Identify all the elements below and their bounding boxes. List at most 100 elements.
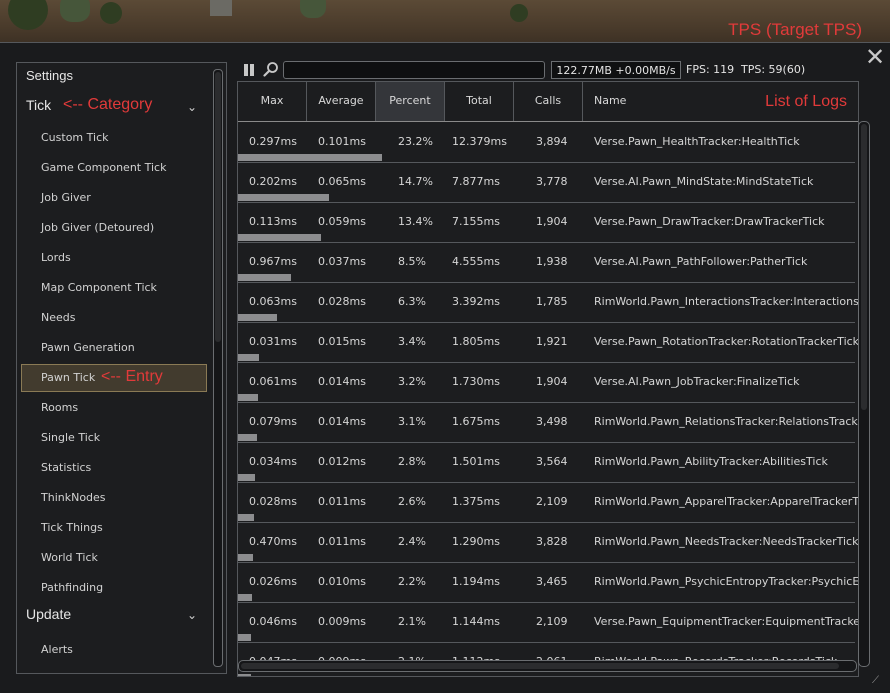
cell-percent: 3.4% xyxy=(398,335,426,348)
cell-percent: 23.2% xyxy=(398,135,433,148)
close-button[interactable]: ✕ xyxy=(864,43,886,71)
percent-bar xyxy=(238,554,253,561)
table-row[interactable]: 0.079ms 0.014ms 3.1% 1.675ms 3,498 RimWorld.P… xyxy=(238,402,858,443)
sidebar-scroll-thumb[interactable] xyxy=(215,72,221,342)
cell-percent: 2.1% xyxy=(398,615,426,628)
cell-average: 0.011ms xyxy=(318,535,366,548)
cell-percent: 6.3% xyxy=(398,295,426,308)
column-max[interactable]: Max xyxy=(238,82,307,121)
tps-annotation: TPS (Target TPS) xyxy=(728,20,862,39)
sidebar-item-thinknodes[interactable]: ThinkNodes xyxy=(21,484,207,512)
table-row[interactable]: 0.967ms 0.037ms 8.5% 4.555ms 1,938 Verse.AI.P… xyxy=(238,242,855,283)
cell-max: 0.061ms xyxy=(249,375,297,388)
entry-annotation: <-- Entry xyxy=(101,368,163,385)
cell-max: 0.028ms xyxy=(249,495,297,508)
table-row[interactable]: 0.046ms 0.009ms 2.1% 1.144ms 2,109 Verse.Pawn… xyxy=(238,602,858,643)
percent-bar xyxy=(238,474,255,481)
sidebar-item-job-giver-detoured[interactable]: Job Giver (Detoured) xyxy=(21,214,207,242)
sidebar-item-alerts[interactable]: Alerts xyxy=(21,636,207,664)
table-row[interactable]: 0.061ms 0.014ms 3.2% 1.730ms 1,904 Verse.AI.P… xyxy=(238,362,855,403)
percent-bar xyxy=(238,194,329,201)
sidebar-item-tick-things[interactable]: Tick Things xyxy=(21,514,207,542)
table-row[interactable]: 0.028ms 0.011ms 2.6% 1.375ms 2,109 RimWorld.P… xyxy=(238,482,858,523)
pause-icon[interactable] xyxy=(244,64,248,76)
sidebar-item-single-tick[interactable]: Single Tick xyxy=(21,424,207,452)
cell-max: 0.202ms xyxy=(249,175,297,188)
cell-percent: 2.6% xyxy=(398,495,426,508)
percent-bar xyxy=(238,674,251,676)
cell-average: 0.037ms xyxy=(318,255,366,268)
column-calls[interactable]: Calls xyxy=(514,82,583,121)
cell-total: 7.155ms xyxy=(452,215,500,228)
cell-max: 0.297ms xyxy=(249,135,297,148)
cell-total: 1.194ms xyxy=(452,575,500,588)
sidebar-item-job-giver[interactable]: Job Giver xyxy=(21,184,207,212)
table-horizontal-scrollbar[interactable] xyxy=(238,660,857,672)
cell-average: 0.010ms xyxy=(318,575,366,588)
cell-total: 3.392ms xyxy=(452,295,500,308)
percent-bar xyxy=(238,394,258,401)
sidebar-item-statistics[interactable]: Statistics xyxy=(21,454,207,482)
table-row[interactable]: 0.031ms 0.015ms 3.4% 1.805ms 1,921 Verse.Pawn… xyxy=(238,322,858,363)
cell-calls: 1,785 xyxy=(536,295,568,308)
cell-total: 1.375ms xyxy=(452,495,500,508)
cell-calls: 2,109 xyxy=(536,615,568,628)
sidebar-item-pathfinding[interactable]: Pathfinding xyxy=(21,574,207,602)
chevron-down-icon[interactable]: ⌄ xyxy=(187,608,197,622)
cell-max: 0.967ms xyxy=(249,255,297,268)
sidebar-item-pawn-generation[interactable]: Pawn Generation xyxy=(21,334,207,362)
sidebar-title: Settings xyxy=(26,68,73,83)
column-average[interactable]: Average xyxy=(307,82,376,121)
sidebar-item-game-component-tick[interactable]: Game Component Tick xyxy=(21,154,207,182)
cell-calls: 3,778 xyxy=(536,175,568,188)
search-icon[interactable] xyxy=(263,61,279,77)
table-header: Max Average Percent Total Calls Name Lis… xyxy=(238,82,858,122)
pause-button[interactable] xyxy=(243,63,257,77)
cell-calls: 3,894 xyxy=(536,135,568,148)
cell-name: Verse.AI.Pawn_PathFollower:PatherTick xyxy=(594,255,808,268)
cell-total: 1.501ms xyxy=(452,455,500,468)
cell-calls: 3,465 xyxy=(536,575,568,588)
cell-total: 7.877ms xyxy=(452,175,500,188)
cell-total: 4.555ms xyxy=(452,255,500,268)
sidebar: Settings Tick <-- Category ⌄ Custom Tick… xyxy=(16,62,227,674)
cell-name: Verse.AI.Pawn_MindState:MindStateTick xyxy=(594,175,814,188)
sidebar-item-needs[interactable]: Needs xyxy=(21,304,207,332)
table-vertical-scrollbar[interactable] xyxy=(858,121,870,667)
sidebar-item-map-component-tick[interactable]: Map Component Tick xyxy=(21,274,207,302)
table-row[interactable]: 0.063ms 0.028ms 6.3% 3.392ms 1,785 RimWorld.P… xyxy=(238,282,858,323)
table-row[interactable]: 0.202ms 0.065ms 14.7% 7.877ms 3,778 Verse.AI.… xyxy=(238,162,855,203)
sidebar-item-world-tick[interactable]: World Tick xyxy=(21,544,207,572)
percent-bar xyxy=(238,234,321,241)
table-row[interactable]: 0.034ms 0.012ms 2.8% 1.501ms 3,564 RimWorld.P… xyxy=(238,442,855,483)
cell-average: 0.011ms xyxy=(318,495,366,508)
cell-calls: 1,938 xyxy=(536,255,568,268)
category-update[interactable]: Update xyxy=(26,606,71,622)
horizontal-scroll-thumb[interactable] xyxy=(241,663,839,669)
cell-average: 0.012ms xyxy=(318,455,366,468)
table-row[interactable]: 0.297ms 0.101ms 23.2% 12.379ms 3,894 Verse.Pa… xyxy=(238,122,855,163)
table-row[interactable]: 0.470ms 0.011ms 2.4% 1.290ms 3,828 RimWorld.P… xyxy=(238,522,858,563)
table-row[interactable]: 0.113ms 0.059ms 13.4% 7.155ms 1,904 Verse.Paw… xyxy=(238,202,855,243)
cell-total: 1.144ms xyxy=(452,615,500,628)
fps-readout: FPS: 119 xyxy=(686,63,735,76)
sidebar-item-rooms[interactable]: Rooms xyxy=(21,394,207,422)
column-percent[interactable]: Percent xyxy=(376,82,445,121)
table-row[interactable]: 0.026ms 0.010ms 2.2% 1.194ms 3,465 RimWorld.P… xyxy=(238,562,858,603)
percent-bar xyxy=(238,634,251,641)
sidebar-scrollbar[interactable] xyxy=(213,69,223,667)
chevron-down-icon[interactable]: ⌄ xyxy=(187,100,197,114)
resize-grip-icon[interactable]: ⟋ xyxy=(872,675,884,687)
column-total[interactable]: Total xyxy=(445,82,514,121)
category-tick[interactable]: Tick xyxy=(26,97,51,113)
cell-max: 0.063ms xyxy=(249,295,297,308)
cell-percent: 2.4% xyxy=(398,535,426,548)
cell-max: 0.034ms xyxy=(249,455,297,468)
cell-max: 0.079ms xyxy=(249,415,297,428)
sidebar-item-custom-tick[interactable]: Custom Tick xyxy=(21,124,207,152)
search-input[interactable] xyxy=(283,61,545,79)
sidebar-item-lords[interactable]: Lords xyxy=(21,244,207,272)
tps-readout: TPS: 59(60) xyxy=(741,63,806,76)
vertical-scroll-thumb[interactable] xyxy=(861,124,867,410)
close-icon[interactable]: ✕ xyxy=(865,43,885,71)
